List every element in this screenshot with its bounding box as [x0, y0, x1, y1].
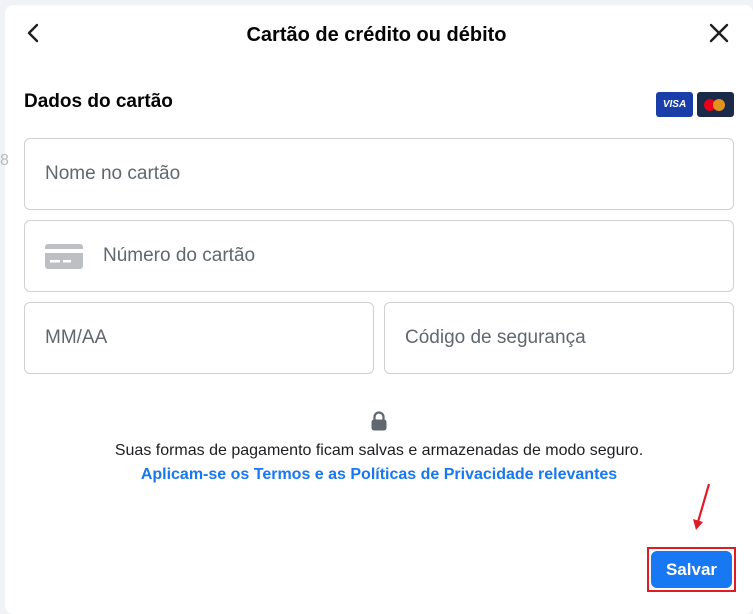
security-code-field[interactable]: [384, 302, 734, 374]
expiry-field[interactable]: [24, 302, 374, 374]
lock-icon: [371, 411, 387, 431]
card-name-field[interactable]: [24, 138, 734, 210]
visa-logo: VISA: [656, 92, 693, 117]
mastercard-logo: [697, 92, 734, 117]
secure-storage-text: Suas formas de pagamento ficam salvas e …: [114, 442, 644, 459]
expiry-input[interactable]: [45, 303, 361, 373]
red-arrow-annotation: [693, 483, 711, 530]
close-button[interactable]: [704, 18, 734, 48]
card-number-field[interactable]: [24, 220, 734, 292]
terms-privacy-link[interactable]: Aplicam-se os Termos e as Políticas de P…: [0, 466, 753, 484]
close-icon: [709, 23, 729, 43]
background-glyph: 8: [0, 152, 9, 169]
security-code-input[interactable]: [405, 303, 721, 373]
card-number-input[interactable]: [103, 221, 721, 291]
dialog-title: Cartão de crédito ou débito: [246, 24, 507, 46]
card-details-title: Dados do cartão: [24, 91, 173, 112]
save-button[interactable]: Salvar: [651, 551, 732, 588]
card-name-input[interactable]: [45, 139, 721, 209]
credit-card-icon: [45, 244, 83, 269]
